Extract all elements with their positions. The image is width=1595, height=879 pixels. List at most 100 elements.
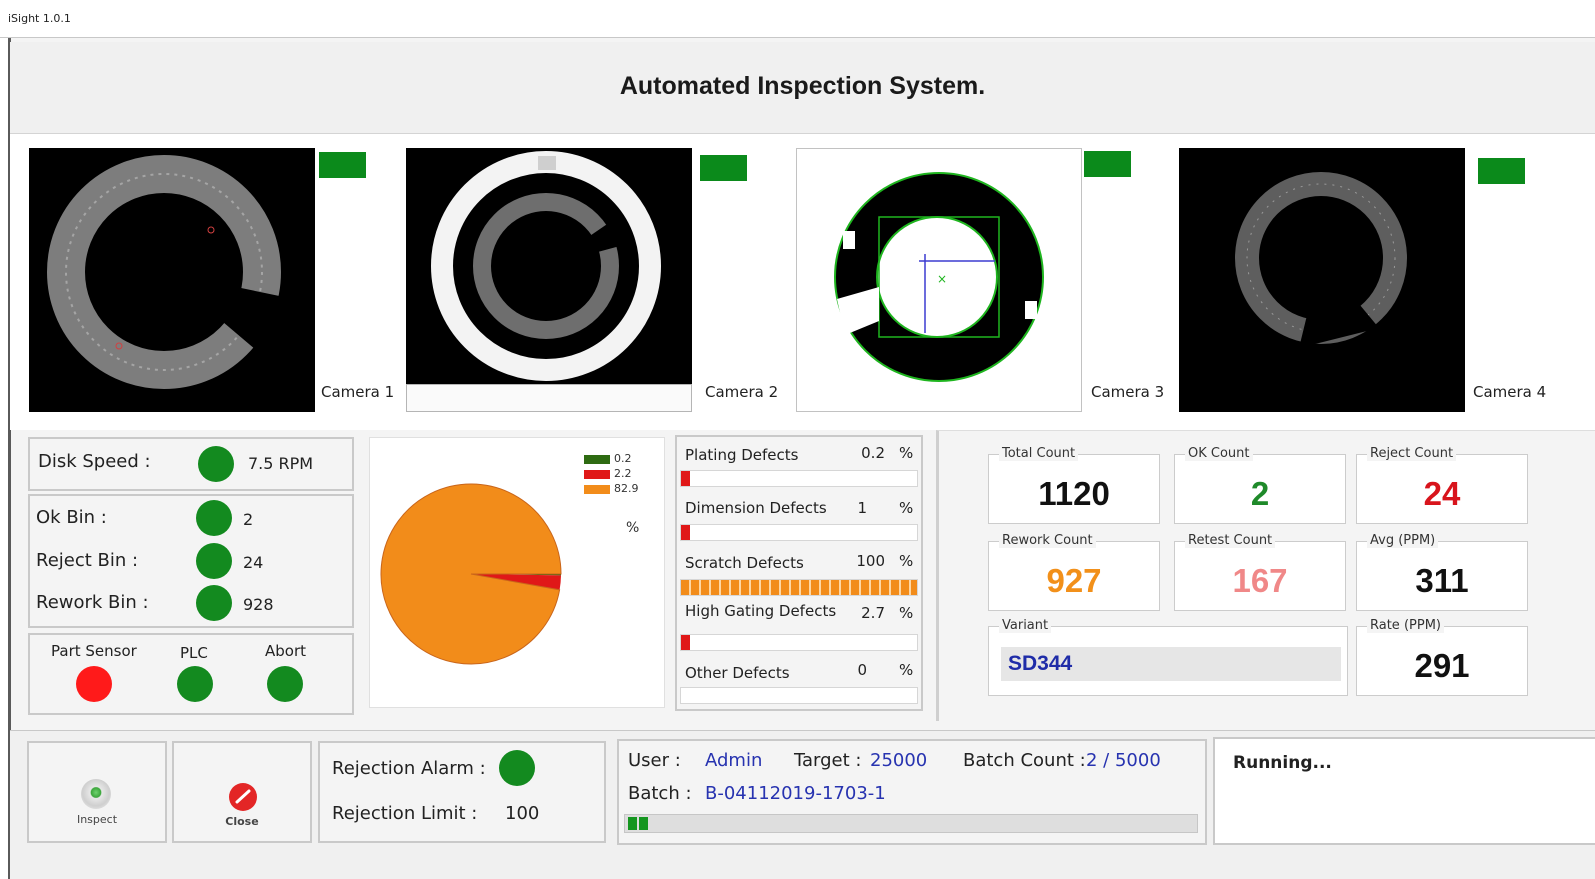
ok-count-value: 2 (1250, 475, 1270, 512)
other-defects-bar (680, 687, 918, 704)
status-text: Running... (1233, 753, 1332, 773)
window-titlebar: iSight 1.0.1 (0, 0, 1595, 38)
high-gating-defects-fill (681, 635, 691, 650)
camera-2-view (406, 148, 692, 384)
target-label: Target : (794, 750, 862, 771)
camera-3-label: Camera 3 (1091, 383, 1165, 401)
inspect-button-label: Inspect (76, 813, 118, 826)
total-count-box: Total Count 1120 (988, 446, 1160, 524)
variant-field: SD344 (1001, 647, 1341, 681)
plating-defects-value: 0.2 (861, 444, 885, 462)
avg-ppm-box: Avg (PPM) 311 (1356, 533, 1528, 611)
reject-bin-value: 24 (243, 553, 264, 572)
other-defects-value: 0 (857, 661, 867, 679)
rejection-limit-label: Rejection Limit : (332, 803, 478, 824)
part-sensor-indicator (76, 666, 112, 702)
rejection-alarm-label: Rejection Alarm : (332, 758, 486, 779)
rework-bin-value: 928 (243, 595, 274, 614)
reject-count-label: Reject Count (1367, 446, 1457, 461)
legend-swatch-2 (584, 470, 610, 479)
high-gating-defects-label: High Gating Defects (685, 602, 837, 620)
scratch-defects-bar (680, 579, 918, 596)
batch-label: Batch : (628, 783, 692, 804)
dimension-defects-value: 1 (857, 499, 867, 517)
ok-bin-value: 2 (243, 510, 254, 529)
close-button[interactable]: Close (172, 741, 312, 843)
plc-indicator (177, 666, 213, 702)
camera-4-view (1179, 148, 1465, 412)
rework-bin-indicator (196, 585, 232, 621)
batch-progress-bar (624, 814, 1198, 833)
high-gating-defects-unit: % (899, 604, 914, 622)
high-gating-defects-value: 2.7 (861, 604, 885, 622)
rate-ppm-value: 291 (1414, 647, 1470, 684)
batch-progress-segment-1 (628, 817, 637, 830)
legend-label-3: 82.9 (614, 482, 639, 495)
camera-4-status-indicator (1478, 158, 1525, 184)
rejection-panel: Rejection Alarm : Rejection Limit : 100 (318, 741, 606, 843)
retest-count-value: 167 (1232, 562, 1288, 599)
disk-speed-label: Disk Speed : (38, 451, 151, 472)
dimension-defects-unit: % (899, 499, 914, 517)
rate-ppm-label: Rate (PPM) (1367, 618, 1444, 633)
disk-speed-value: 7.5 RPM (248, 454, 314, 473)
camera-lens-icon (81, 779, 111, 809)
camera-1-status-indicator (319, 152, 366, 178)
abort-indicator (267, 666, 303, 702)
rework-count-box: Rework Count 927 (988, 533, 1160, 611)
dimension-defects-fill (681, 525, 691, 540)
plating-defects-unit: % (899, 444, 914, 462)
status-panel: Running... (1213, 737, 1595, 845)
camera-3-view: × (796, 148, 1082, 412)
defect-pie-chart (380, 483, 562, 665)
rejection-limit-value: 100 (505, 803, 540, 824)
close-circle-icon (229, 783, 257, 811)
plating-defects-fill (681, 471, 691, 486)
scratch-defects-value: 100 (856, 552, 885, 570)
legend-swatch-3 (584, 485, 610, 494)
variant-value: SD344 (1008, 652, 1073, 675)
ok-count-box: OK Count 2 (1174, 446, 1346, 524)
camera-3-status-indicator (1084, 151, 1131, 177)
variant-box: Variant SD344 (988, 618, 1348, 696)
batch-count-label: Batch Count : (963, 750, 1086, 771)
rework-count-label: Rework Count (999, 533, 1096, 548)
plc-label: PLC (180, 644, 208, 662)
camera-1-view (29, 148, 315, 412)
camera-1-label: Camera 1 (321, 383, 395, 401)
plating-defects-bar (680, 470, 918, 487)
scratch-defects-unit: % (899, 552, 914, 570)
defects-panel: Plating Defects 0.2 % Dimension Defects … (675, 435, 923, 711)
legend-swatch-1 (584, 455, 610, 464)
reject-bin-label: Reject Bin : (36, 550, 139, 571)
inspect-button[interactable]: Inspect (27, 741, 167, 843)
batch-progress-segment-2 (639, 817, 648, 830)
scratch-defects-fill (681, 580, 917, 595)
camera-2-label: Camera 2 (705, 383, 779, 401)
other-defects-label: Other Defects (685, 664, 790, 682)
camera-4-label: Camera 4 (1473, 383, 1547, 401)
rework-count-value: 927 (1046, 562, 1102, 599)
batch-value: B-04112019-1703-1 (705, 783, 886, 804)
retest-count-box: Retest Count 167 (1174, 533, 1346, 611)
ok-count-label: OK Count (1185, 446, 1253, 461)
total-count-label: Total Count (999, 446, 1079, 461)
reject-count-box: Reject Count 24 (1356, 446, 1528, 524)
high-gating-defects-bar (680, 634, 918, 651)
svg-text:×: × (937, 272, 947, 286)
rework-bin-label: Rework Bin : (36, 592, 149, 613)
page-title: Automated Inspection System. (619, 72, 986, 100)
rejection-alarm-indicator (499, 750, 535, 786)
user-value: Admin (705, 750, 763, 771)
abort-label: Abort (265, 642, 307, 660)
user-label: User : (628, 750, 681, 771)
camera-2-strip (406, 384, 692, 412)
reject-bin-indicator (196, 543, 232, 579)
rate-ppm-box: Rate (PPM) 291 (1356, 618, 1528, 696)
reject-count-value: 24 (1423, 475, 1461, 512)
disk-speed-indicator (198, 446, 234, 482)
window-title: iSight 1.0.1 (8, 12, 71, 25)
dimension-defects-label: Dimension Defects (685, 499, 827, 517)
close-button-label: Close (225, 815, 259, 828)
variant-label: Variant (999, 618, 1052, 633)
